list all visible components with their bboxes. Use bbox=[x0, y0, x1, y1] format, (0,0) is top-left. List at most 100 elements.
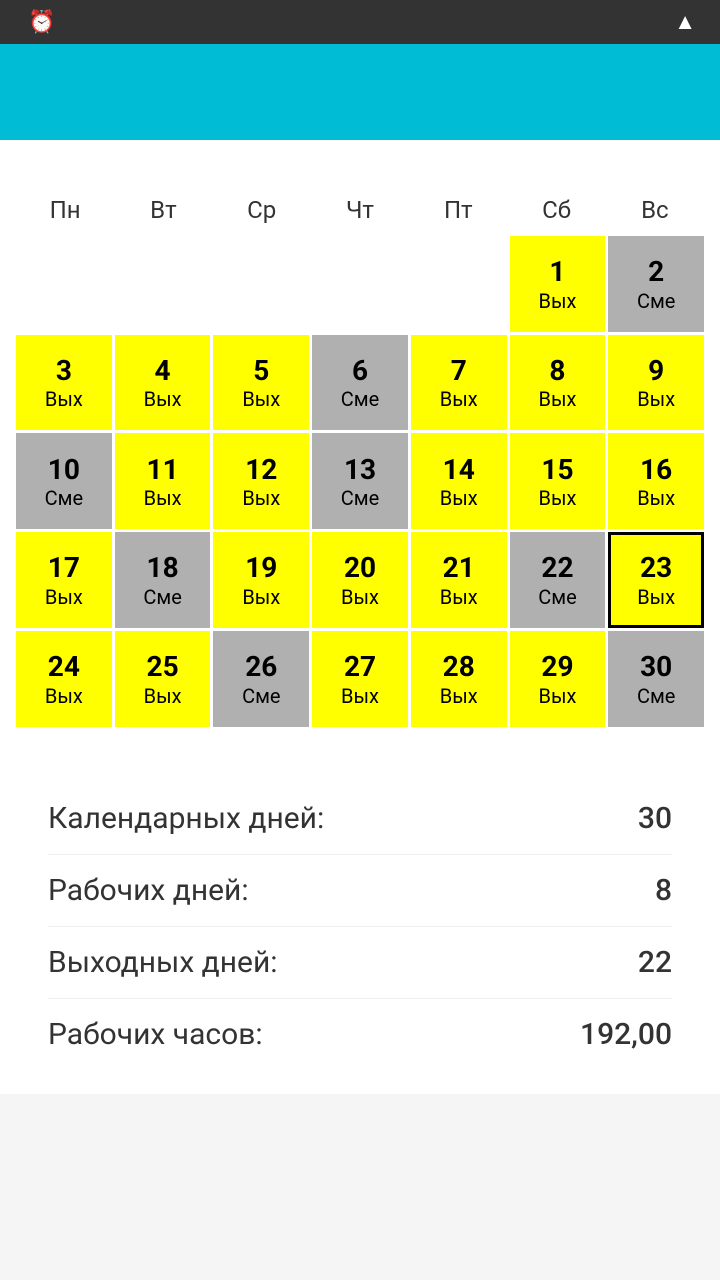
day-number: 8 bbox=[549, 354, 565, 388]
stat-row: Рабочих часов: 192,00 bbox=[48, 999, 672, 1070]
alarm-icon: ⏰ bbox=[28, 10, 55, 35]
calendar-day[interactable]: 10Сме bbox=[16, 433, 112, 529]
status-right: ▲ bbox=[674, 9, 704, 35]
calendar-day[interactable]: 19Вых bbox=[213, 532, 309, 628]
day-type: Вых bbox=[45, 684, 83, 708]
day-number: 7 bbox=[451, 354, 467, 388]
calendar-day[interactable]: 28Вых bbox=[411, 631, 507, 727]
calendar-section: ПнВтСрЧтПтСбВс 1Вых2Сме3Вых4Вых5Вых6Сме7… bbox=[0, 140, 720, 743]
day-type: Сме bbox=[637, 684, 675, 708]
day-number: 11 bbox=[147, 453, 179, 487]
calendar-day[interactable]: 1Вых bbox=[510, 236, 606, 332]
calendar-day[interactable]: 18Сме bbox=[115, 532, 211, 628]
day-number: 13 bbox=[344, 453, 376, 487]
day-type: Сме bbox=[143, 585, 181, 609]
calendar-day[interactable]: 12Вых bbox=[213, 433, 309, 529]
more-button[interactable] bbox=[640, 64, 696, 120]
day-type: Вых bbox=[440, 684, 478, 708]
day-number: 25 bbox=[147, 650, 179, 684]
calendar-day[interactable]: 23Вых bbox=[608, 532, 704, 628]
calendar-day[interactable]: 29Вых bbox=[510, 631, 606, 727]
calendar-day[interactable]: 13Сме bbox=[312, 433, 408, 529]
calendar-day[interactable]: 25Вых bbox=[115, 631, 211, 727]
calendar-day[interactable]: 24Вых bbox=[16, 631, 112, 727]
calendar-day[interactable]: 17Вых bbox=[16, 532, 112, 628]
calendar-day[interactable]: 4Вых bbox=[115, 335, 211, 431]
day-type: Сме bbox=[242, 684, 280, 708]
calendar-day bbox=[115, 236, 211, 332]
day-type: Вых bbox=[341, 585, 379, 609]
day-type: Вых bbox=[144, 387, 182, 411]
day-header: Вс bbox=[606, 188, 704, 232]
day-header: Пн bbox=[16, 188, 114, 232]
day-type: Вых bbox=[45, 387, 83, 411]
stat-label: Рабочих часов: bbox=[48, 1017, 263, 1052]
day-number: 28 bbox=[443, 650, 475, 684]
day-header: Пт bbox=[409, 188, 507, 232]
day-header: Вт bbox=[114, 188, 212, 232]
calendar-day[interactable]: 26Сме bbox=[213, 631, 309, 727]
calendar-day[interactable]: 6Сме bbox=[312, 335, 408, 431]
calendar-day[interactable]: 7Вых bbox=[411, 335, 507, 431]
day-number: 10 bbox=[48, 453, 80, 487]
day-header: Чт bbox=[311, 188, 409, 232]
day-number: 29 bbox=[541, 650, 573, 684]
day-number: 6 bbox=[352, 354, 368, 388]
stat-row: Календарных дней:30 bbox=[48, 783, 672, 855]
day-headers: ПнВтСрЧтПтСбВс bbox=[16, 188, 704, 232]
day-type: Сме bbox=[637, 289, 675, 313]
day-number: 17 bbox=[48, 551, 80, 585]
day-header: Ср bbox=[213, 188, 311, 232]
stat-label: Календарных дней: bbox=[48, 801, 324, 836]
day-number: 21 bbox=[443, 551, 475, 585]
calendar-day bbox=[411, 236, 507, 332]
day-type: Вых bbox=[144, 486, 182, 510]
day-type: Вых bbox=[637, 387, 675, 411]
calendar-day[interactable]: 16Вых bbox=[608, 433, 704, 529]
day-header: Сб bbox=[507, 188, 605, 232]
calendar-day[interactable]: 2Сме bbox=[608, 236, 704, 332]
day-number: 22 bbox=[541, 551, 573, 585]
calendar-day[interactable]: 20Вых bbox=[312, 532, 408, 628]
calendar-day[interactable]: 3Вых bbox=[16, 335, 112, 431]
calendar-day[interactable]: 9Вых bbox=[608, 335, 704, 431]
day-number: 12 bbox=[245, 453, 277, 487]
day-type: Вых bbox=[538, 684, 576, 708]
calendar-day bbox=[213, 236, 309, 332]
day-type: Вых bbox=[242, 585, 280, 609]
calendar-day[interactable]: 8Вых bbox=[510, 335, 606, 431]
day-number: 4 bbox=[155, 354, 171, 388]
day-type: Вых bbox=[440, 585, 478, 609]
calendar-day bbox=[16, 236, 112, 332]
calendar-day[interactable]: 15Вых bbox=[510, 433, 606, 529]
day-number: 5 bbox=[253, 354, 269, 388]
month-nav bbox=[16, 156, 704, 188]
calendar-day[interactable]: 5Вых bbox=[213, 335, 309, 431]
stat-label: Рабочих дней: bbox=[48, 873, 249, 908]
stat-value: 22 bbox=[638, 945, 672, 980]
stat-label: Выходных дней: bbox=[48, 945, 278, 980]
calendar-day[interactable]: 11Вых bbox=[115, 433, 211, 529]
status-left: ⏰ bbox=[16, 10, 55, 35]
day-type: Вых bbox=[637, 585, 675, 609]
day-number: 24 bbox=[48, 650, 80, 684]
calendar-button[interactable] bbox=[560, 64, 616, 120]
day-number: 3 bbox=[56, 354, 72, 388]
day-type: Сме bbox=[341, 387, 379, 411]
day-number: 15 bbox=[541, 453, 573, 487]
stats-section: Календарных дней:30Рабочих дней:8Выходны… bbox=[0, 743, 720, 1094]
calendar-grid: 1Вых2Сме3Вых4Вых5Вых6Сме7Вых8Вых9Вых10См… bbox=[16, 236, 704, 727]
calendar-day[interactable]: 27Вых bbox=[312, 631, 408, 727]
signal-icon: ▲ bbox=[674, 9, 696, 35]
calendar-day[interactable]: 21Вых bbox=[411, 532, 507, 628]
calendar-day[interactable]: 30Сме bbox=[608, 631, 704, 727]
stat-row: Выходных дней: 22 bbox=[48, 927, 672, 999]
day-number: 9 bbox=[648, 354, 664, 388]
calendar-day[interactable]: 22Сме bbox=[510, 532, 606, 628]
menu-button[interactable] bbox=[24, 64, 80, 120]
day-number: 26 bbox=[245, 650, 277, 684]
stat-value: 192,00 bbox=[580, 1017, 672, 1052]
day-number: 16 bbox=[640, 453, 672, 487]
day-number: 14 bbox=[443, 453, 475, 487]
calendar-day[interactable]: 14Вых bbox=[411, 433, 507, 529]
